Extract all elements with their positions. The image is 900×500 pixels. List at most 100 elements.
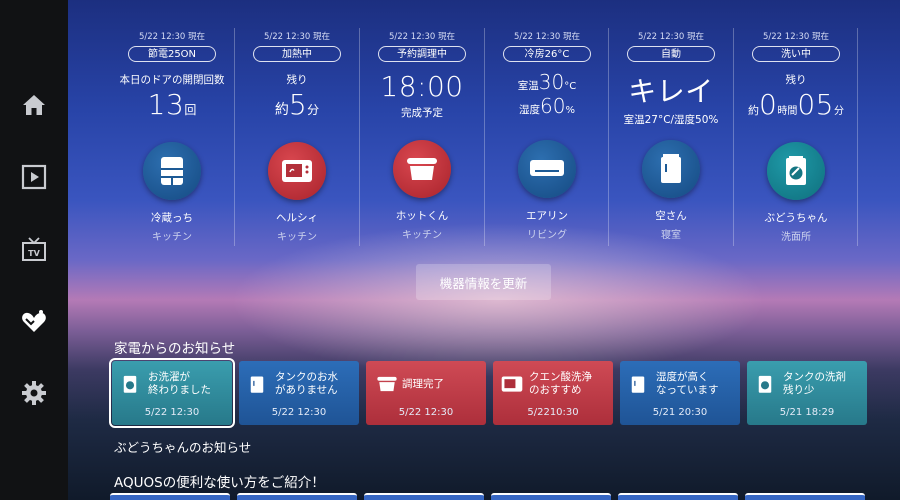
device-status: 室温30°C 湿度60%: [485, 70, 609, 138]
tip-card[interactable]: [618, 493, 738, 500]
notice-card-low-detergent[interactable]: タンクの洗剤 残り少 5/21 18:29: [747, 361, 867, 425]
notice-text: タンクのお水 がありません: [275, 371, 338, 396]
notice-time: 5/2210:30: [527, 407, 579, 418]
sidebar-item-tv[interactable]: TV: [18, 233, 50, 265]
sidebar-item-settings[interactable]: [18, 377, 50, 409]
microwave-icon: [282, 160, 312, 182]
svg-text:TV: TV: [28, 249, 40, 258]
device-name: ぶどうちゃん: [764, 212, 828, 224]
device-mode-badge: 洗い中: [752, 46, 840, 62]
hours-value: 0: [759, 88, 778, 121]
notice-text: 湿度が高く なっています: [656, 371, 719, 396]
device-room: 洗面所: [781, 232, 811, 243]
fridge-icon: [161, 157, 183, 185]
status-unit: 回: [184, 103, 197, 117]
status-label: 残り: [785, 74, 807, 86]
device-panel: 5/22 12:30 現在 節電25ON 本日のドアの開閉回数 13回 冷蔵っち…: [110, 22, 858, 247]
minutes-value: 05: [797, 88, 834, 121]
device-timestamp: 5/22 12:30 現在: [139, 32, 205, 42]
tip-card[interactable]: [745, 493, 865, 500]
tip-card[interactable]: [237, 493, 357, 500]
device-room: キッチン: [402, 230, 442, 241]
device-timestamp: 5/22 12:30 現在: [389, 32, 455, 42]
tip-card[interactable]: [110, 493, 230, 500]
status-prefix: 約: [274, 102, 289, 118]
device-name: 空さん: [655, 210, 687, 222]
device-mode-badge: 冷房26°C: [503, 46, 591, 62]
humidity-unit: %: [565, 105, 575, 116]
device-icon-circle: [143, 142, 201, 200]
room-temp-value: 30: [538, 70, 565, 94]
main-area: 5/22 12:30 現在 節電25ON 本日のドアの開閉回数 13回 冷蔵っち…: [68, 0, 900, 500]
sidebar-item-video[interactable]: [18, 161, 50, 193]
device-room: 寝室: [661, 230, 681, 241]
sidebar-item-favorite[interactable]: [18, 305, 50, 337]
tip-card[interactable]: [491, 493, 611, 500]
device-card-aircon[interactable]: 5/22 12:30 現在 冷房26°C 室温30°C 湿度60% エアリン リ…: [485, 22, 609, 247]
device-room: キッチン: [277, 232, 317, 243]
status-sub: 室温27°C/湿度50%: [623, 114, 719, 126]
notice-time: 5/21 20:30: [652, 407, 708, 418]
notice-card-laundry-done[interactable]: お洗濯が 終わりました 5/22 12:30: [109, 358, 235, 428]
device-icon-circle: [767, 142, 825, 200]
status-sub: 完成予定: [401, 107, 443, 119]
device-room: リビング: [527, 230, 567, 241]
status-label: 残り: [286, 74, 308, 86]
air-purifier-icon: [631, 376, 645, 393]
status-value: 18:00: [380, 70, 464, 103]
status-value: キレイ: [628, 75, 714, 108]
device-room: キッチン: [152, 232, 192, 243]
notice-card-cooking-done[interactable]: 調理完了 5/22 12:30: [366, 361, 486, 425]
notice-card-high-humidity[interactable]: 湿度が高く なっています 5/21 20:30: [620, 361, 740, 425]
device-timestamp: 5/22 12:30 現在: [264, 32, 330, 42]
tip-card[interactable]: [364, 493, 484, 500]
device-name: ヘルシィ: [276, 212, 318, 224]
device-card-washer[interactable]: 5/22 12:30 現在 洗い中 残り 約0時間05分 ぶどうちゃん 洗面所: [734, 22, 858, 247]
device-timestamp: 5/22 12:30 現在: [514, 32, 580, 42]
notice-time: 5/21 18:29: [779, 407, 835, 418]
device-status: 本日のドアの開閉回数 13回: [110, 72, 234, 140]
aircon-icon: [530, 160, 564, 176]
microwave-icon: [501, 376, 523, 392]
air-purifier-icon: [250, 376, 264, 393]
tips-carousel: [110, 493, 900, 500]
notice-text: お洗濯が 終わりました: [148, 371, 211, 396]
humidity-label: 湿度: [519, 104, 541, 116]
device-card-air-purifier[interactable]: 5/22 12:30 現在 自動 キレイ 室温27°C/湿度50% 空さん 寝室: [609, 22, 733, 247]
washer-icon: [758, 375, 772, 393]
hours-unit: 時間: [777, 106, 798, 117]
tv-icon: TV: [22, 237, 46, 261]
device-icon-circle: [268, 142, 326, 200]
notice-time: 5/22 12:30: [144, 407, 200, 418]
device-mode-badge: 節電25ON: [128, 46, 216, 62]
device-card-microwave[interactable]: 5/22 12:30 現在 加熱中 残り 約5分 ヘルシィ キッチン: [235, 22, 359, 247]
status-label: 本日のドアの開閉回数: [119, 74, 225, 86]
refresh-device-info-button[interactable]: 機器情報を更新: [416, 264, 551, 300]
notice-text: タンクの洗剤 残り少: [783, 371, 846, 396]
status-unit: 分: [307, 103, 320, 117]
device-timestamp: 5/22 12:30 現在: [763, 32, 829, 42]
washer-icon: [786, 156, 806, 185]
device-card-cooker[interactable]: 5/22 12:30 現在 予約調理中 18:00 完成予定 ホットくん キッチ…: [360, 22, 484, 247]
status-value: 13: [147, 88, 185, 121]
minutes-unit: 分: [833, 106, 844, 117]
sidebar: TV: [0, 0, 68, 500]
room-temp-label: 室温: [517, 80, 539, 92]
device-card-fridge[interactable]: 5/22 12:30 現在 節電25ON 本日のドアの開閉回数 13回 冷蔵っち…: [110, 22, 234, 247]
device-mode-badge: 予約調理中: [378, 46, 466, 62]
status-prefix: 約: [748, 104, 760, 117]
device-name: エアリン: [526, 210, 568, 222]
device-icon-circle: [393, 140, 451, 198]
notice-card-no-water[interactable]: タンクのお水 がありません 5/22 12:30: [239, 361, 359, 425]
play-icon: [21, 164, 47, 190]
notice-card-citric-clean[interactable]: クエン酸洗浄 のおすすめ 5/2210:30: [493, 361, 613, 425]
device-name: ホットくん: [395, 210, 449, 222]
notice-time: 5/22 12:30: [271, 407, 327, 418]
gear-icon: [22, 381, 46, 405]
tips-title: AQUOSの便利な使い方をご紹介！: [114, 475, 325, 491]
device-mode-badge: 加熱中: [253, 46, 341, 62]
sidebar-item-home[interactable]: [18, 89, 50, 121]
device-status: 残り 約0時間05分: [734, 72, 858, 140]
heart-icon: [22, 310, 46, 332]
washer-icon: [123, 375, 137, 393]
